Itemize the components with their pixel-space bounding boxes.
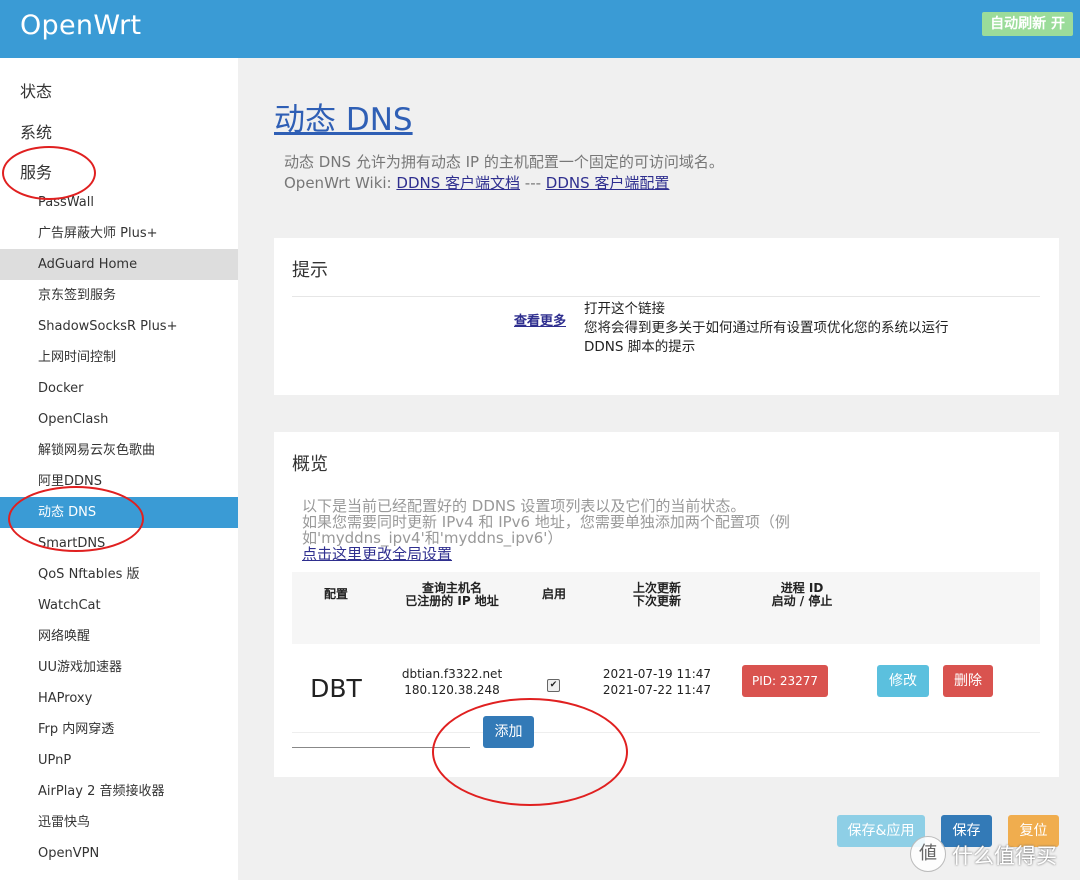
enabled-checkbox[interactable]: ✔ (547, 679, 560, 692)
sidebar-item-xunlei[interactable]: 迅雷快鸟 (0, 807, 238, 838)
main-content: 动态 DNS 动态 DNS 允许为拥有动态 IP 的主机配置一个固定的可访问域名… (238, 58, 1080, 880)
hint-line: 您将会得到更多关于如何通过所有设置项优化您的系统以运行 (584, 320, 949, 336)
brand-logo[interactable]: OpenWrt (20, 10, 141, 41)
hint-title: 提示 (292, 260, 328, 281)
save-apply-button[interactable]: 保存&应用 (837, 815, 925, 847)
watermark-text: 什么值得买 (952, 844, 1057, 868)
config-name: DBT (310, 674, 362, 703)
sidebar-item-upnp[interactable]: UPnP (0, 745, 238, 776)
sidebar-item-adguard[interactable]: AdGuard Home (0, 249, 238, 280)
divider (292, 296, 1040, 297)
hint-line: DDNS 脚本的提示 (584, 339, 696, 355)
description-text: 动态 DNS 允许为拥有动态 IP 的主机配置一个固定的可访问域名。 (284, 153, 724, 171)
col-pid: 进程 ID 启动 / 停止 (732, 582, 872, 608)
page-title: 动态 DNS (274, 102, 413, 138)
overview-line: 如果您需要同时更新 IPv4 和 IPv6 地址，您需要单独添加两个配置项（例 (302, 513, 790, 531)
col-update: 上次更新 下次更新 (592, 582, 722, 608)
edit-button[interactable]: 修改 (877, 665, 929, 697)
nav-services[interactable]: 服务 (20, 159, 52, 183)
sidebar-item-docker[interactable]: Docker (0, 373, 238, 404)
wiki-label: OpenWrt Wiki: (284, 174, 397, 192)
col-enabled: 启用 (541, 587, 566, 601)
sidebar-item-ssr-plus[interactable]: ShadowSocksR Plus+ (0, 311, 238, 342)
delete-button[interactable]: 删除 (943, 665, 993, 697)
sidebar-item-smartdns[interactable]: SmartDNS (0, 528, 238, 559)
nav-system[interactable]: 系统 (20, 119, 52, 143)
sidebar-item-watchcat[interactable]: WatchCat (0, 590, 238, 621)
auto-refresh-toggle[interactable]: 自动刷新 开 (982, 12, 1073, 36)
sidebar-item-aliddns[interactable]: 阿里DDNS (0, 466, 238, 497)
sidebar-item-qos[interactable]: QoS Nftables 版 (0, 559, 238, 590)
table-header: 配置 查询主机名 已注册的 IP 地址 启用 上次更新 下次更新 进程 ID 启… (292, 572, 1040, 644)
hint-text: 打开这个链接 您将会得到更多关于如何通过所有设置项优化您的系统以运行 DDNS … (584, 300, 1044, 357)
nav-status[interactable]: 状态 (20, 78, 52, 102)
col-config: 配置 (323, 587, 348, 601)
overview-title: 概览 (292, 454, 328, 475)
sidebar-item-unblock-music[interactable]: 解锁网易云灰色歌曲 (0, 435, 238, 466)
ddns-config-link[interactable]: DDNS 客户端配置 (546, 174, 670, 192)
table-row: DBT dbtian.f3322.net 180.120.38.248 ✔ 20… (292, 644, 1040, 733)
host-name: dbtian.f3322.net (401, 667, 503, 681)
new-config-input[interactable] (292, 747, 470, 748)
ddns-docs-link[interactable]: DDNS 客户端文档 (396, 174, 520, 192)
update-times: 2021-07-19 11:47 2021-07-22 11:47 (592, 666, 722, 698)
last-update: 2021-07-19 11:47 (602, 667, 712, 681)
hint-line: 打开这个链接 (584, 301, 665, 317)
sidebar-item-wol[interactable]: 网络唤醒 (0, 621, 238, 652)
host-info: dbtian.f3322.net 180.120.38.248 (382, 666, 522, 698)
ip-address: 180.120.38.248 (404, 683, 500, 697)
sidebar-item-openclash[interactable]: OpenClash (0, 404, 238, 435)
sidebar-item-airplay[interactable]: AirPlay 2 音频接收器 (0, 776, 238, 807)
wiki-separator: --- (520, 174, 546, 192)
sidebar-item-haproxy[interactable]: HAProxy (0, 683, 238, 714)
sidebar-item-uu[interactable]: UU游戏加速器 (0, 652, 238, 683)
col-host-line: 已注册的 IP 地址 (405, 594, 499, 608)
sidebar-item-adblock[interactable]: 广告屏蔽大师 Plus+ (0, 218, 238, 249)
next-update: 2021-07-22 11:47 (602, 683, 712, 697)
overview-card: 概览 以下是当前已经配置好的 DDNS 设置项列表以及它们的当前状态。 如果您需… (274, 432, 1059, 777)
sidebar: 状态 系统 服务 PassWall 广告屏蔽大师 Plus+ AdGuard H… (0, 58, 238, 880)
wiki-line: OpenWrt Wiki: DDNS 客户端文档 --- DDNS 客户端配置 (284, 173, 724, 194)
top-header: OpenWrt 自动刷新 开 (0, 0, 1080, 58)
pid-toggle-button[interactable]: PID: 23277 (742, 665, 828, 697)
watermark-logo-icon: 値 (910, 836, 946, 872)
sidebar-item-jd-signin[interactable]: 京东签到服务 (0, 280, 238, 311)
col-pid-line: 启动 / 停止 (771, 594, 833, 608)
col-update-line: 下次更新 (632, 594, 681, 608)
add-button[interactable]: 添加 (483, 716, 534, 748)
overview-line: 如'myddns_ipv4'和'myddns_ipv6'） (302, 529, 563, 547)
sidebar-item-frp[interactable]: Frp 内网穿透 (0, 714, 238, 745)
sidebar-item-time-control[interactable]: 上网时间控制 (0, 342, 238, 373)
sidebar-item-ddns[interactable]: 动态 DNS (0, 497, 238, 528)
page-description: 动态 DNS 允许为拥有动态 IP 的主机配置一个固定的可访问域名。 OpenW… (284, 152, 724, 194)
global-settings-link[interactable]: 点击这里更改全局设置 (302, 546, 862, 562)
sidebar-item-openvpn[interactable]: OpenVPN (0, 838, 238, 869)
sidebar-item-passwall[interactable]: PassWall (0, 187, 238, 218)
overview-line: 以下是当前已经配置好的 DDNS 设置项列表以及它们的当前状态。 (302, 497, 746, 515)
col-host: 查询主机名 已注册的 IP 地址 (382, 582, 522, 608)
hint-card: 提示 查看更多 打开这个链接 您将会得到更多关于如何通过所有设置项优化您的系统以… (274, 238, 1059, 395)
learn-more-link[interactable]: 查看更多 (514, 310, 566, 329)
overview-description: 以下是当前已经配置好的 DDNS 设置项列表以及它们的当前状态。 如果您需要同时… (302, 498, 862, 562)
